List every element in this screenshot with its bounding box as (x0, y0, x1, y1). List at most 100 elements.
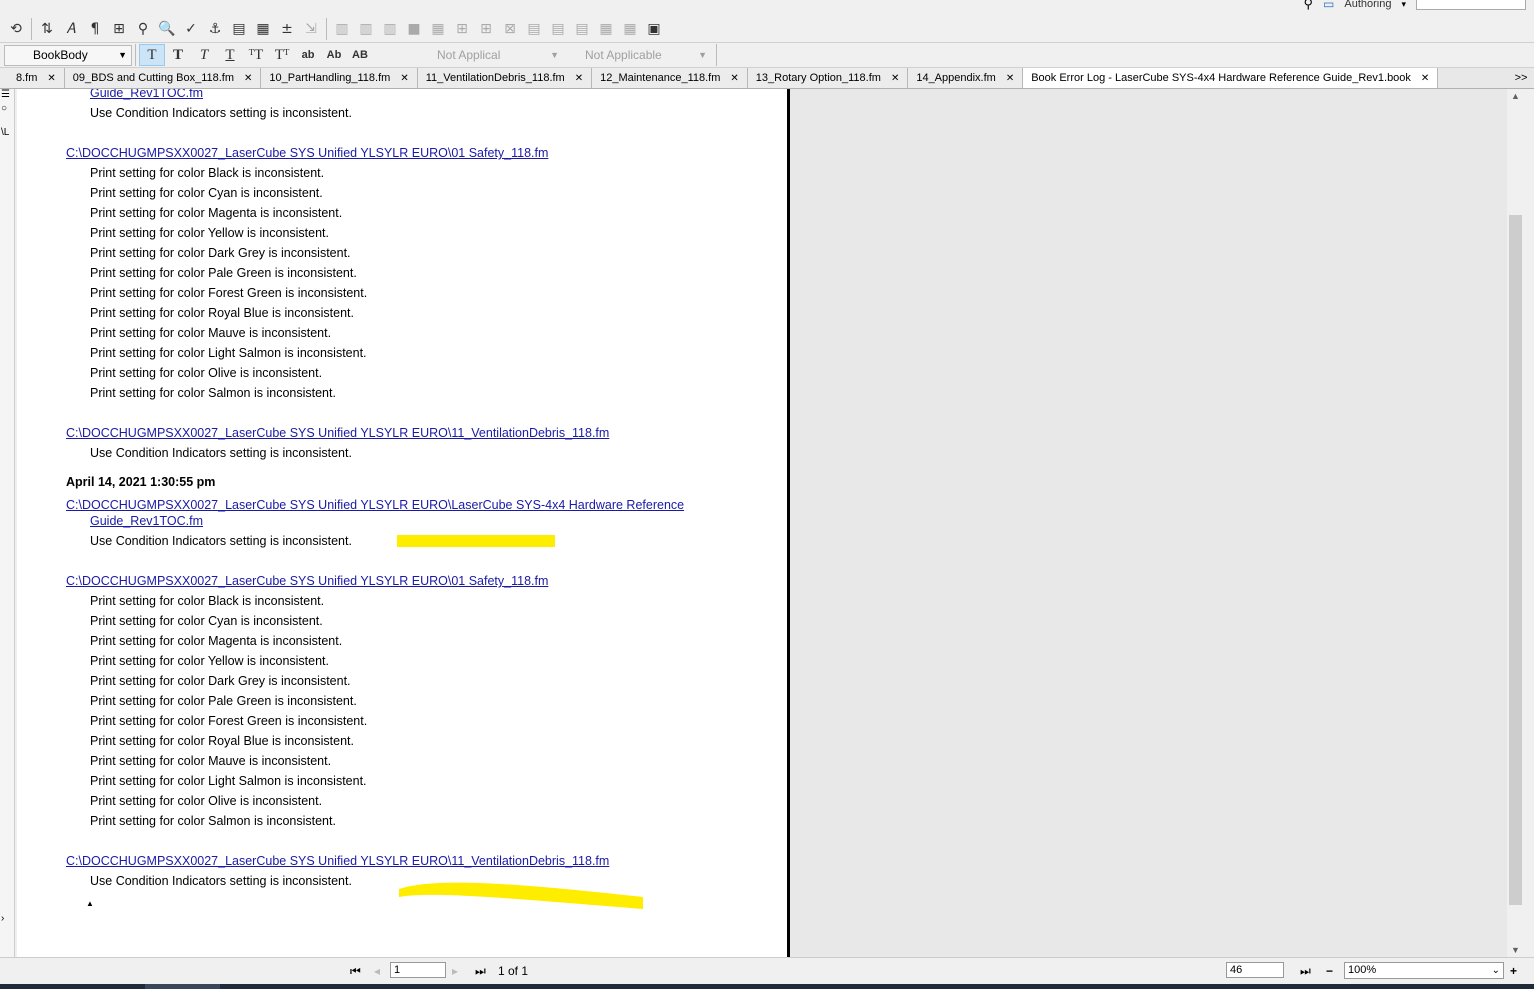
find-icon[interactable]: ⚲ (131, 17, 155, 41)
fit-page-icon[interactable]: ⏭ (1300, 964, 1311, 979)
condition-tag-select-2[interactable]: Not Applicable ▼ (573, 45, 713, 65)
file-link[interactable]: C:\DOCCHUGMPSXX0027_LaserCube SYS Unifie… (66, 574, 548, 588)
rotate-icon[interactable]: ⟲ (4, 17, 28, 41)
anchor-icon[interactable]: ⚓ (203, 17, 227, 41)
close-icon[interactable]: ✕ (575, 73, 583, 84)
last-page-icon[interactable]: ⏭ (475, 964, 486, 979)
insert-row-icon[interactable]: ⊞ (450, 17, 474, 41)
color-message: Print setting for color Salmon is incons… (90, 814, 336, 828)
tab-12[interactable]: 12_Maintenance_118.fm ✕ (592, 68, 748, 88)
table-designer-icon[interactable]: ⊞ (107, 17, 131, 41)
page-number-input[interactable]: 1 (390, 962, 446, 978)
tab-10[interactable]: 10_PartHandling_118.fm ✕ (261, 68, 418, 88)
close-icon[interactable]: ✕ (47, 73, 55, 84)
bold-button[interactable]: T (165, 44, 191, 66)
scroll-down-icon[interactable]: ▼ (1507, 945, 1524, 955)
row-above-icon[interactable]: ▥ (330, 17, 354, 41)
close-icon[interactable]: ✕ (730, 73, 738, 84)
condition-tag-select-1[interactable]: Not Applical ▼ (425, 45, 565, 65)
document-page[interactable]: Guide_Rev1TOC.fm Use Condition Indicator… (17, 89, 787, 957)
workspace-label[interactable]: Authoring (1344, 0, 1391, 10)
zoom-field[interactable]: 46 (1226, 962, 1284, 978)
list-icon[interactable]: ☰ (1, 89, 10, 100)
char-designer-icon[interactable]: 𝐴 (59, 17, 83, 41)
log-message: Use Condition Indicators setting is inco… (90, 874, 352, 888)
table-properties-icon[interactable]: ▣ (642, 17, 666, 41)
italic-button[interactable]: T (191, 44, 217, 66)
close-icon[interactable]: ✕ (1006, 73, 1014, 84)
close-icon[interactable]: ✕ (244, 73, 252, 84)
tabs-overflow-button[interactable]: >> (1508, 68, 1534, 88)
format-toolbar: BookBody ▼ T T T T ᵀT Tᵀ ab Ab AB Not Ap… (0, 43, 1534, 68)
chevron-right-icon[interactable]: › (1, 913, 4, 924)
sort-icon[interactable]: ⇅ (35, 17, 59, 41)
equation-icon[interactable]: ± (275, 17, 299, 41)
table-icon[interactable]: ▦ (251, 17, 275, 41)
underline-button[interactable]: T (217, 44, 243, 66)
tab-14[interactable]: 14_Appendix.fm ✕ (908, 68, 1024, 88)
col-left-icon[interactable]: ▥ (354, 17, 378, 41)
cell-fill-icon[interactable]: ■ (402, 17, 426, 41)
merge-icon[interactable]: ▦ (594, 17, 618, 41)
align-top-icon[interactable]: ▤ (522, 17, 546, 41)
align-middle-icon[interactable]: ▤ (546, 17, 570, 41)
paragraph-format-select[interactable]: BookBody ▼ (4, 44, 132, 66)
taskbar-item[interactable] (145, 984, 220, 989)
workspace-icon[interactable]: ▭ (1323, 0, 1334, 11)
insert-col-icon[interactable]: ⊞ (474, 17, 498, 41)
default-font-button[interactable]: T (139, 44, 165, 66)
status-bar: ⏮ ◂ 1 ▸ ⏭ 1 of 1 46 ⏭ − 100% ⌄ + (0, 957, 1534, 985)
zoom-icon[interactable]: 🔍 (155, 17, 179, 41)
circle-icon[interactable]: ○ (1, 103, 7, 114)
next-page-icon[interactable]: ▸ (452, 964, 458, 978)
file-link[interactable]: Guide_Rev1TOC.fm (90, 89, 203, 100)
close-icon[interactable]: ✕ (400, 73, 408, 84)
file-link[interactable]: C:\DOCCHUGMPSXX0027_LaserCube SYS Unifie… (66, 854, 609, 868)
search-icon[interactable]: ⚲ (1304, 0, 1314, 12)
chevron-down-icon[interactable]: ▾ (1401, 0, 1406, 10)
col-right-icon[interactable]: ▥ (378, 17, 402, 41)
file-link[interactable]: C:\DOCCHUGMPSXX0027_LaserCube SYS Unifie… (66, 146, 548, 160)
file-link-continued[interactable]: Guide_Rev1TOC.fm (90, 514, 203, 528)
color-message: Print setting for color Pale Green is in… (90, 266, 357, 280)
path-icon[interactable]: \L (1, 127, 9, 138)
color-message: Print setting for color Dark Grey is inc… (90, 246, 351, 260)
color-message: Print setting for color Royal Blue is in… (90, 734, 355, 748)
log-message: Use Condition Indicators setting is inco… (90, 534, 352, 548)
para-designer-icon[interactable]: ¶ (83, 17, 107, 41)
initial-caps-button[interactable]: Ab (321, 44, 347, 66)
search-field[interactable] (1416, 0, 1526, 10)
table-grid-icon[interactable]: ▦ (426, 17, 450, 41)
lowercase-button[interactable]: ab (295, 44, 321, 66)
title-strip: ⚲ ▭ Authoring ▾ (0, 0, 1534, 15)
import-icon[interactable]: ⇲ (299, 17, 323, 41)
tab-book-error-log[interactable]: Book Error Log - LaserCube SYS-4x4 Hardw… (1023, 68, 1439, 88)
spellcheck-icon[interactable]: ✓ (179, 17, 203, 41)
uppercase-button[interactable]: AB (347, 44, 373, 66)
delete-cells-icon[interactable]: ⊠ (498, 17, 522, 41)
vertical-scrollbar[interactable]: ▲ ▼ (1507, 89, 1524, 957)
frame-icon[interactable]: ▤ (227, 17, 251, 41)
scroll-up-icon[interactable]: ▲ (1507, 91, 1524, 101)
close-icon[interactable]: ✕ (1421, 73, 1429, 84)
tab-09[interactable]: 09_BDS and Cutting Box_118.fm ✕ (64, 68, 262, 88)
close-icon[interactable]: ✕ (891, 73, 899, 84)
prev-page-icon[interactable]: ◂ (374, 964, 380, 978)
zoom-out-icon[interactable]: − (1326, 964, 1333, 978)
file-link[interactable]: C:\DOCCHUGMPSXX0027_LaserCube SYS Unifie… (66, 426, 609, 440)
tab-13[interactable]: 13_Rotary Option_118.fm ✕ (747, 68, 909, 88)
first-page-icon[interactable]: ⏮ (350, 964, 361, 979)
scrollbar-thumb[interactable] (1509, 215, 1522, 905)
zoom-in-icon[interactable]: + (1510, 964, 1517, 978)
tab-11[interactable]: 11_VentilationDebris_118.fm ✕ (417, 68, 593, 88)
split-icon[interactable]: ▦ (618, 17, 642, 41)
chevron-down-icon: ▼ (550, 50, 559, 60)
tab-08[interactable]: 8.fm ✕ (0, 68, 65, 88)
zoom-select[interactable]: 100% ⌄ (1344, 962, 1504, 979)
align-bottom-icon[interactable]: ▤ (570, 17, 594, 41)
file-link[interactable]: C:\DOCCHUGMPSXX0027_LaserCube SYS Unifie… (66, 498, 684, 512)
yellow-highlight (397, 535, 555, 547)
subscript-button[interactable]: Tᵀ (269, 44, 295, 66)
yellow-highlight-stroke (399, 882, 643, 909)
superscript-button[interactable]: ᵀT (243, 44, 269, 66)
